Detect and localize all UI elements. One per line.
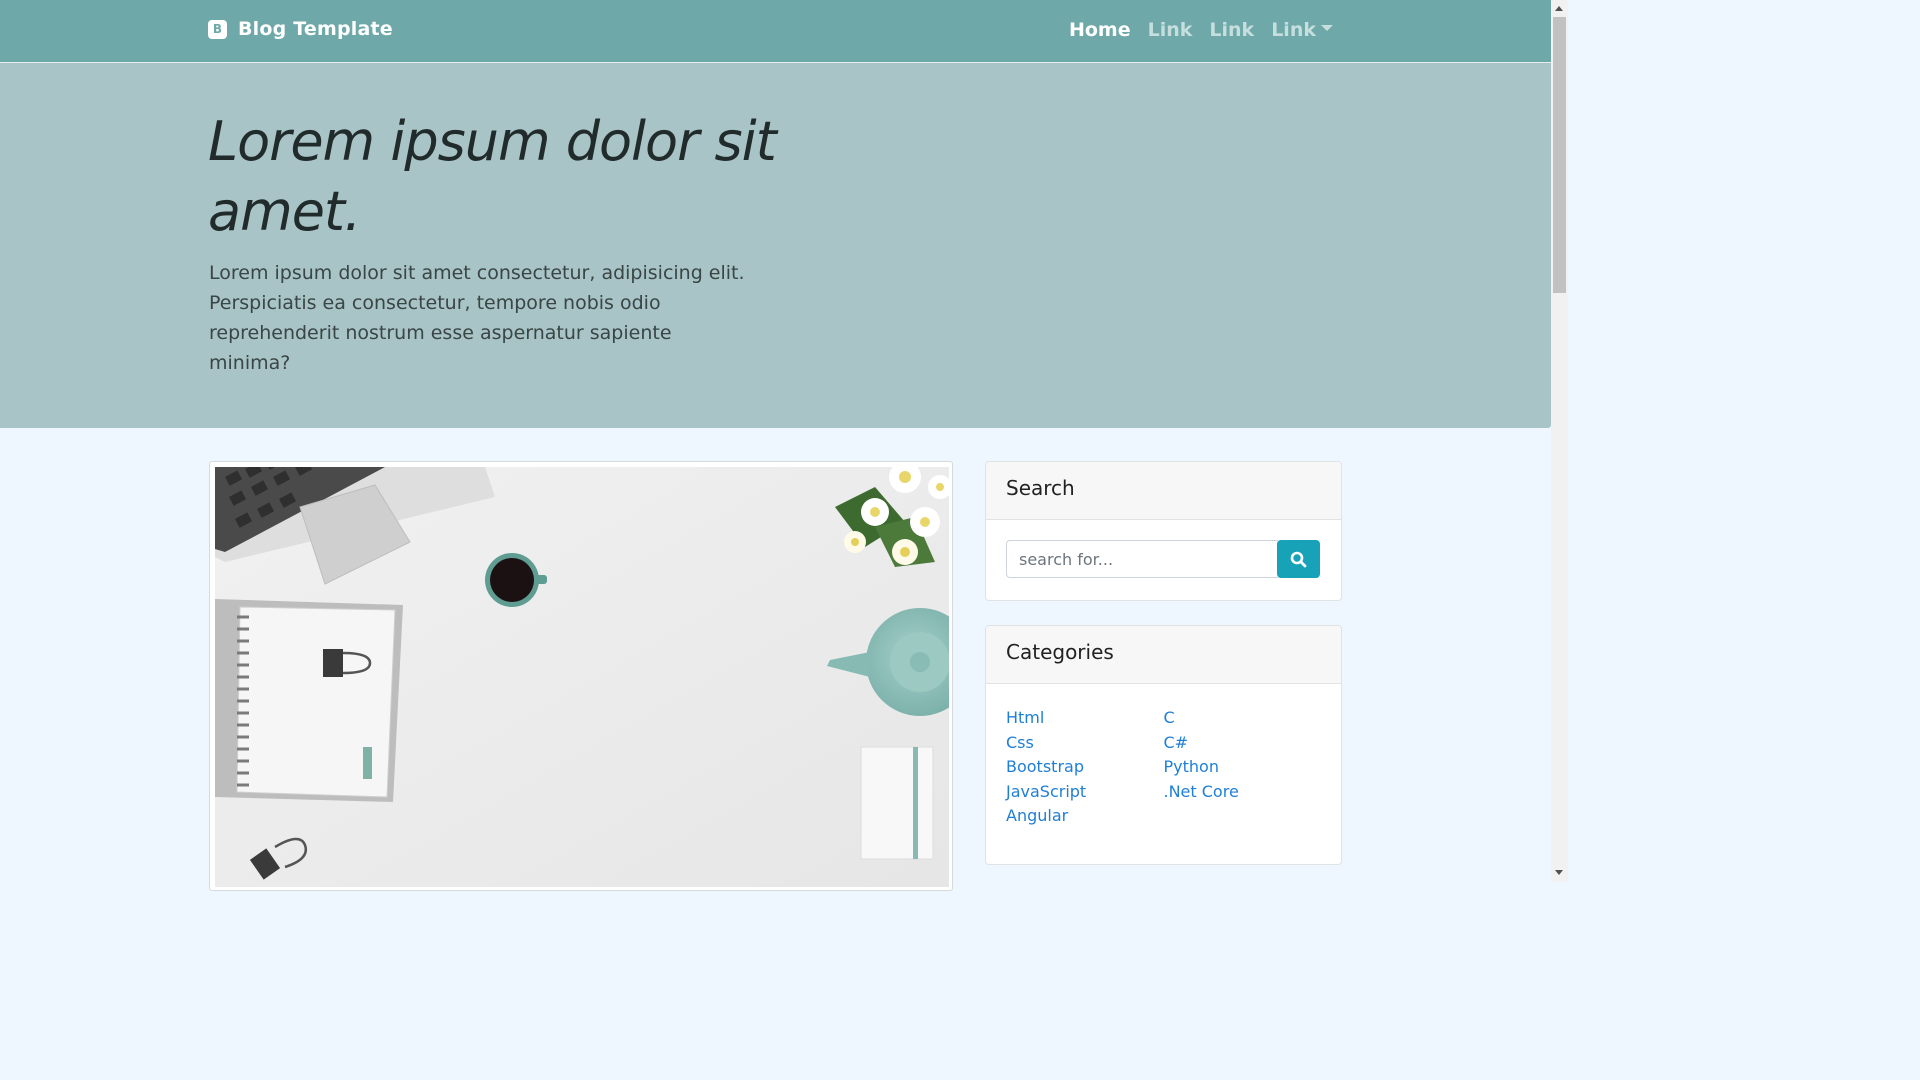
nav-menu: Home Link Link Link	[1069, 19, 1333, 41]
hero-jumbotron: Lorem ipsum dolor sit amet. Lorem ipsum …	[0, 63, 1551, 428]
list-item: Python	[1164, 755, 1322, 780]
nav-dropdown-label: Link	[1271, 19, 1316, 41]
search-input[interactable]	[1006, 540, 1278, 578]
small-notebook-icon	[860, 746, 934, 860]
list-item: Html	[1006, 706, 1164, 731]
category-link-html[interactable]: Html	[1006, 708, 1044, 727]
desk-photo	[215, 467, 949, 887]
scroll-up-arrow-icon[interactable]	[1555, 6, 1563, 11]
brand-link[interactable]: B Blog Template	[208, 18, 393, 40]
list-item: .Net Core	[1164, 780, 1322, 805]
scroll-down-arrow-icon[interactable]	[1555, 870, 1563, 875]
categories-widget-title: Categories	[986, 626, 1341, 684]
scrollbar-thumb[interactable]	[1553, 17, 1566, 293]
hero-lead: Lorem ipsum dolor sit amet consectetur, …	[209, 262, 745, 374]
navbar: B Blog Template Home Link Link Link	[0, 0, 1551, 63]
categories-column-right: C C# Python .Net Core	[1164, 706, 1322, 829]
vertical-scrollbar[interactable]	[1551, 0, 1568, 882]
list-item: JavaScript	[1006, 780, 1164, 805]
search-form	[986, 520, 1341, 600]
categories-list: Html Css Bootstrap JavaScript Angular C …	[986, 684, 1341, 845]
brand-title: Blog Template	[238, 18, 393, 40]
list-item: Angular	[1006, 804, 1164, 829]
search-icon	[1290, 551, 1307, 567]
category-link-c[interactable]: C	[1164, 708, 1175, 727]
list-item: Css	[1006, 731, 1164, 756]
search-widget-title: Search	[986, 462, 1341, 520]
spiral-notebook-icon	[215, 599, 403, 802]
hero-title: Lorem ipsum dolor sit amet.	[208, 110, 777, 243]
list-item: C#	[1164, 731, 1322, 756]
nav-link-2[interactable]: Link	[1209, 19, 1254, 41]
category-link-css[interactable]: Css	[1006, 733, 1034, 752]
category-link-bootstrap[interactable]: Bootstrap	[1006, 757, 1084, 776]
categories-widget: Categories Html Css Bootstrap JavaScript…	[985, 625, 1342, 865]
search-widget: Search	[985, 461, 1342, 601]
post-card	[209, 461, 953, 891]
search-button[interactable]	[1277, 540, 1320, 578]
category-link-python[interactable]: Python	[1164, 757, 1219, 776]
caret-down-icon	[1321, 24, 1333, 31]
list-item: Bootstrap	[1006, 755, 1164, 780]
categories-column-left: Html Css Bootstrap JavaScript Angular	[1006, 706, 1164, 829]
brand-icon-letter: B	[212, 22, 223, 36]
list-item: C	[1164, 706, 1322, 731]
nav-link-home[interactable]: Home	[1069, 19, 1131, 41]
category-link-dotnet-core[interactable]: .Net Core	[1164, 782, 1239, 801]
page: B Blog Template Home Link Link Link Lore…	[0, 0, 1568, 891]
category-link-javascript[interactable]: JavaScript	[1006, 782, 1086, 801]
bootstrap-logo-icon: B	[208, 19, 227, 39]
category-link-angular[interactable]: Angular	[1006, 806, 1068, 825]
nav-dropdown-toggle[interactable]: Link	[1271, 19, 1333, 41]
post-image[interactable]	[215, 467, 949, 887]
nav-link-1[interactable]: Link	[1148, 19, 1193, 41]
category-link-csharp[interactable]: C#	[1164, 733, 1189, 752]
